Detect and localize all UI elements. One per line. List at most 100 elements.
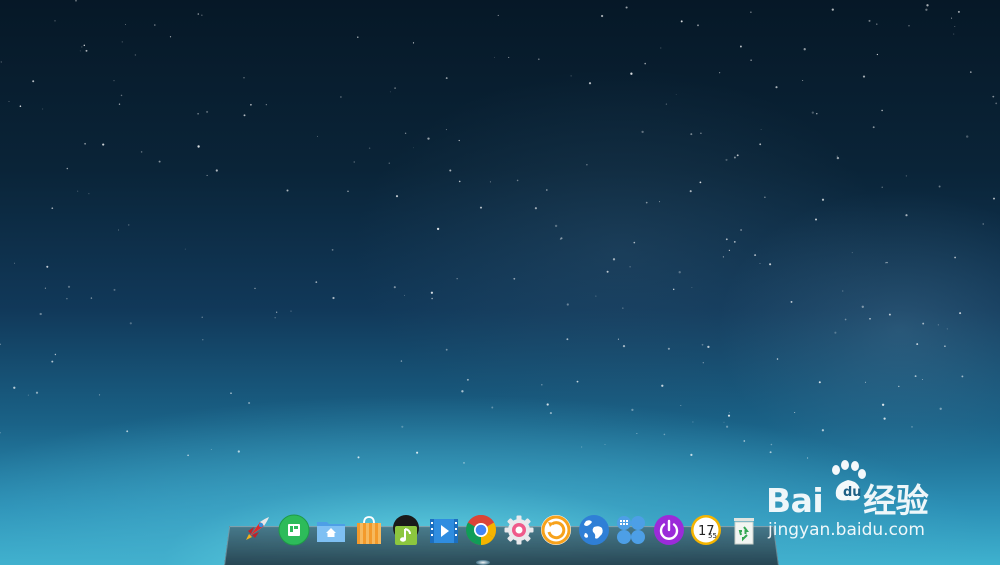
dock-clock[interactable]: 17 55 [690, 514, 722, 548]
star [764, 196, 766, 198]
star [102, 143, 105, 146]
star [66, 297, 68, 300]
star [545, 189, 548, 191]
star [769, 451, 772, 454]
star [885, 262, 887, 264]
star [347, 190, 349, 193]
star [636, 432, 638, 434]
star [954, 256, 956, 259]
dock-chrome-browser[interactable] [465, 514, 497, 548]
star [818, 381, 821, 384]
star [727, 414, 731, 417]
star [631, 408, 634, 412]
star [14, 262, 15, 264]
star [939, 407, 942, 410]
star [316, 135, 318, 137]
dock-web-browser[interactable] [578, 514, 610, 548]
dock-screen-recorder[interactable] [540, 514, 572, 548]
star [404, 132, 407, 134]
star [184, 248, 186, 250]
star [911, 426, 913, 428]
star [206, 174, 208, 176]
star [881, 403, 885, 406]
dock-shutdown[interactable] [653, 514, 685, 548]
star [834, 331, 837, 334]
star [243, 77, 245, 79]
star [461, 390, 464, 393]
baidu-jingyan-watermark: Bai 经验 du jingyan.baidu.com [766, 458, 966, 548]
star [946, 328, 948, 330]
star [118, 229, 119, 231]
star [368, 147, 371, 149]
star [959, 312, 962, 315]
star [836, 155, 838, 157]
star [13, 386, 16, 389]
star [395, 195, 399, 198]
star [79, 50, 81, 52]
star [44, 287, 46, 289]
star [88, 193, 90, 195]
star [431, 297, 433, 300]
star [908, 25, 910, 27]
dock-video-player[interactable] [428, 514, 460, 548]
paw-logo-icon: du [832, 460, 866, 501]
star [332, 296, 335, 300]
star [922, 322, 925, 325]
star [921, 379, 923, 380]
star [215, 169, 218, 172]
star [622, 307, 624, 309]
star [861, 305, 864, 308]
star [872, 126, 875, 129]
dock-deepin-store-app[interactable] [278, 514, 310, 548]
star [449, 169, 452, 172]
star [722, 256, 724, 258]
star [816, 113, 818, 115]
dock-trash[interactable] [728, 514, 760, 548]
dock-multitasking-view[interactable] [615, 514, 647, 548]
star [98, 394, 101, 396]
star [802, 80, 804, 81]
star [790, 300, 793, 303]
star [831, 8, 834, 11]
dock-file-manager[interactable] [315, 514, 347, 548]
star [248, 401, 251, 405]
star [641, 130, 644, 134]
dock-music-player[interactable] [390, 514, 422, 548]
star [254, 287, 256, 290]
star [916, 343, 919, 346]
star [77, 190, 79, 192]
star [27, 394, 29, 396]
star [404, 294, 405, 296]
star [394, 87, 396, 89]
star [883, 417, 886, 420]
dock-launcher[interactable] [240, 514, 272, 548]
app-store-icon [278, 514, 309, 546]
star [678, 271, 681, 274]
star [413, 147, 414, 149]
star [770, 443, 773, 446]
star [197, 13, 200, 15]
watermark-url: jingyan.baidu.com [768, 520, 925, 540]
star [549, 412, 552, 415]
star [821, 429, 825, 432]
star [775, 86, 778, 89]
star [197, 112, 199, 115]
star [926, 4, 929, 7]
star [113, 288, 116, 291]
star [357, 456, 360, 459]
star [995, 102, 998, 105]
chrome-icon [466, 515, 497, 546]
star [622, 344, 626, 348]
star [42, 108, 44, 110]
star [743, 440, 746, 442]
star [230, 392, 232, 394]
star [201, 316, 203, 318]
star [274, 316, 276, 319]
star [463, 462, 465, 464]
dock-app-store[interactable] [353, 514, 385, 548]
star [982, 223, 984, 225]
star [881, 186, 883, 188]
star [46, 265, 49, 268]
star [898, 385, 900, 388]
dock-settings[interactable] [503, 514, 535, 548]
